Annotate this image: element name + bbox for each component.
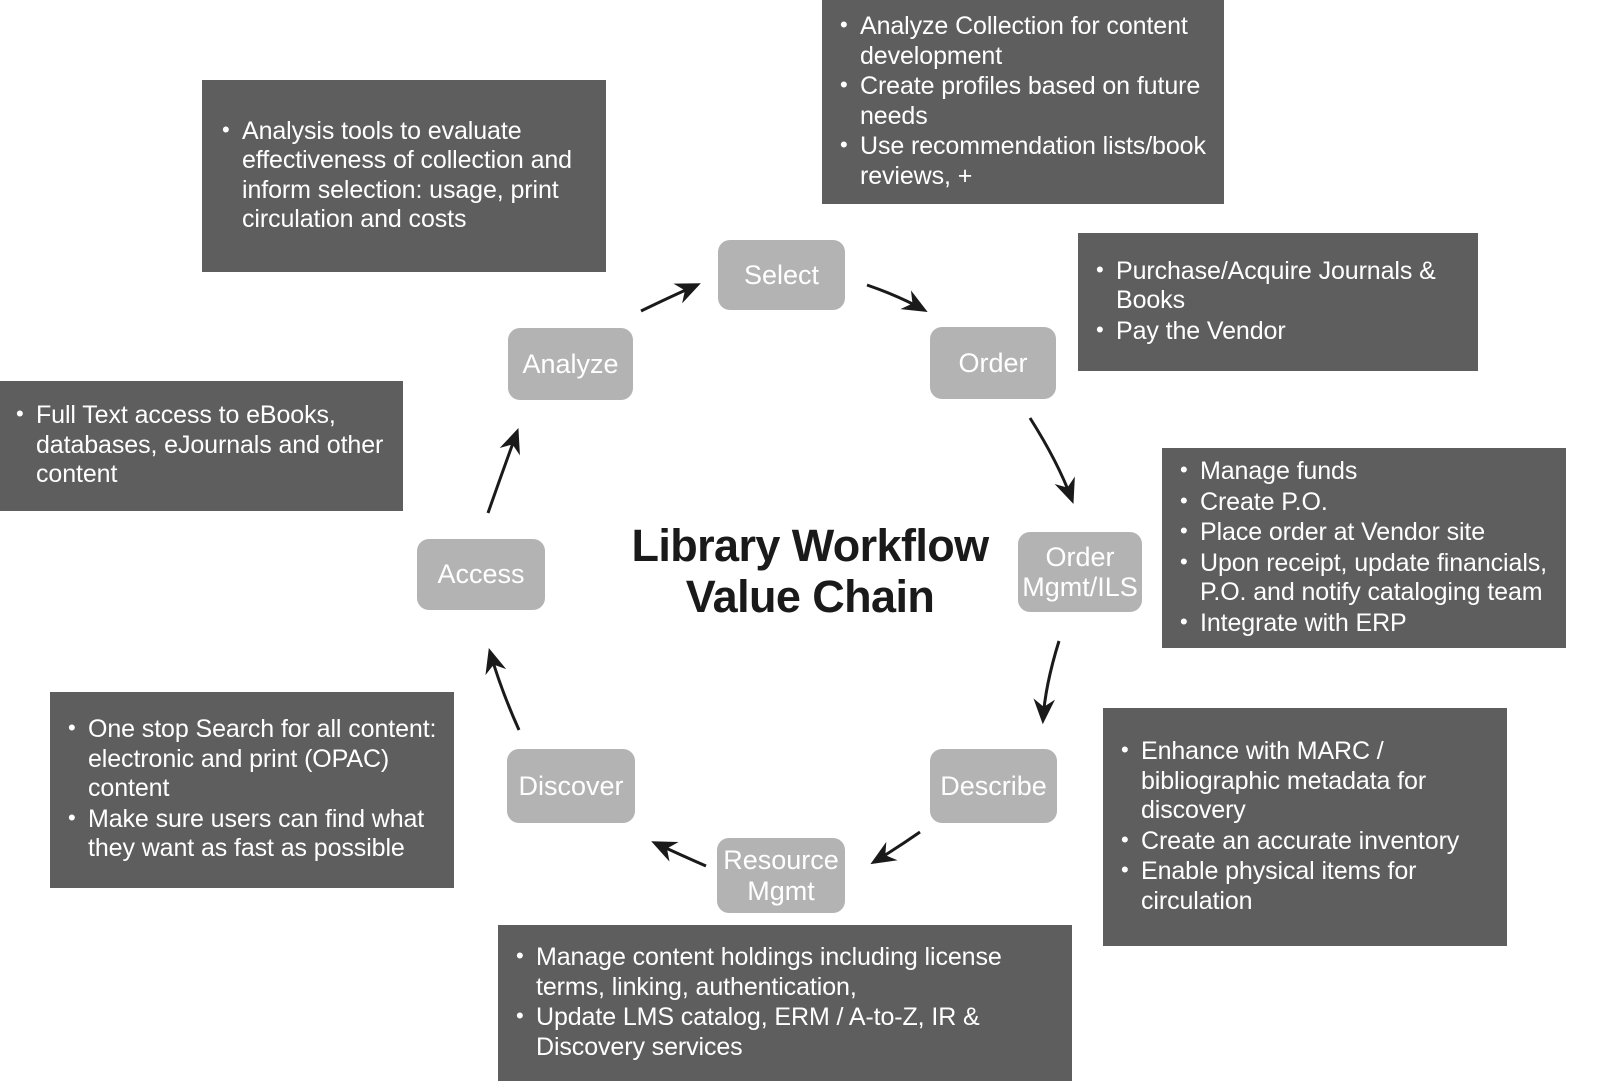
callout-analyze-bullet-1: Analysis tools to evaluate effectiveness… xyxy=(220,116,590,235)
arrow-describe-to-resource-mgmt xyxy=(870,830,921,865)
callout-order-mgmt-ils-bullet-2: Create P.O. xyxy=(1178,487,1556,518)
arrow-discover-to-access xyxy=(485,647,521,731)
callout-select-bullet-1: Analyze Collection for content developme… xyxy=(838,11,1210,71)
callout-order-mgmt-ils-bullet-1: Manage funds xyxy=(1178,456,1556,487)
callout-order-mgmt-ils: Manage funds Create P.O. Place order at … xyxy=(1162,448,1566,648)
arrow-access-to-analyze xyxy=(486,428,520,514)
callout-resource-mgmt-bullet-1: Manage content holdings including licens… xyxy=(514,942,1062,1002)
callout-order-list: Purchase/Acquire Journals & Books Pay th… xyxy=(1094,256,1464,348)
callout-select-list: Analyze Collection for content developme… xyxy=(838,11,1210,192)
node-select-label: Select xyxy=(743,259,820,290)
callout-resource-mgmt-list: Manage content holdings including licens… xyxy=(514,942,1062,1063)
callout-discover-list: One stop Search for all content: electro… xyxy=(66,714,442,865)
node-resource-mgmt-label-line2: Mgmt xyxy=(747,875,815,906)
callout-discover-bullet-2: Make sure users can find what they want … xyxy=(66,804,442,864)
callout-order: Purchase/Acquire Journals & Books Pay th… xyxy=(1078,233,1478,371)
node-access-label: Access xyxy=(437,559,525,590)
callout-discover: One stop Search for all content: electro… xyxy=(50,692,454,888)
node-describe-label: Describe xyxy=(940,770,1047,801)
arrow-select-to-order xyxy=(866,283,928,313)
callout-describe-list: Enhance with MARC / bibliographic metada… xyxy=(1119,736,1493,917)
callout-describe-bullet-3: Enable physical items for circulation xyxy=(1119,856,1493,916)
arrow-order-to-order-mgmt xyxy=(1028,417,1075,504)
callout-resource-mgmt: Manage content holdings including licens… xyxy=(498,925,1072,1081)
callout-access-list: Full Text access to eBooks, databases, e… xyxy=(14,400,391,491)
node-resource-mgmt-label-line1: Resource xyxy=(723,845,839,876)
callout-describe-bullet-1: Enhance with MARC / bibliographic metada… xyxy=(1119,736,1493,826)
node-access[interactable]: Access xyxy=(417,539,545,610)
callout-order-mgmt-ils-bullet-4: Upon receipt, update financials, P.O. an… xyxy=(1178,548,1556,608)
arrow-analyze-to-select xyxy=(640,283,701,313)
callout-analyze-list: Analysis tools to evaluate effectiveness… xyxy=(220,116,590,236)
callout-discover-bullet-1: One stop Search for all content: electro… xyxy=(66,714,442,804)
callout-order-mgmt-ils-bullet-5: Integrate with ERP xyxy=(1178,608,1556,639)
callout-select-bullet-2: Create profiles based on future needs xyxy=(838,71,1210,131)
node-select[interactable]: Select xyxy=(718,240,845,310)
callout-describe: Enhance with MARC / bibliographic metada… xyxy=(1103,708,1507,946)
callout-order-bullet-1: Purchase/Acquire Journals & Books xyxy=(1094,256,1464,316)
diagram-title-line-2: Value Chain xyxy=(685,571,935,623)
node-order-mgmt-ils-label-line1: Order xyxy=(1045,541,1115,572)
callout-describe-bullet-2: Create an accurate inventory xyxy=(1119,826,1493,857)
workflow-diagram: Analyze Collection for content developme… xyxy=(0,0,1600,1081)
diagram-title-line-1: Library Workflow xyxy=(631,520,989,571)
callout-select-bullet-3: Use recommendation lists/book reviews, + xyxy=(838,131,1210,191)
node-analyze-label: Analyze xyxy=(522,348,619,379)
callout-order-mgmt-ils-list: Manage funds Create P.O. Place order at … xyxy=(1178,456,1556,639)
callout-select: Analyze Collection for content developme… xyxy=(822,0,1224,204)
node-describe[interactable]: Describe xyxy=(930,749,1057,823)
node-order[interactable]: Order xyxy=(930,327,1056,399)
callout-access: Full Text access to eBooks, databases, e… xyxy=(0,381,403,511)
callout-order-bullet-2: Pay the Vendor xyxy=(1094,316,1464,347)
node-resource-mgmt[interactable]: Resource Mgmt xyxy=(717,838,845,913)
diagram-title: Library Workflow Value Chain xyxy=(580,520,1040,623)
node-order-label: Order xyxy=(958,347,1028,378)
node-analyze[interactable]: Analyze xyxy=(508,328,633,400)
callout-resource-mgmt-bullet-2: Update LMS catalog, ERM / A-to-Z, IR & D… xyxy=(514,1002,1062,1062)
arrow-order-mgmt-to-describe xyxy=(1033,640,1061,725)
callout-order-mgmt-ils-bullet-3: Place order at Vendor site xyxy=(1178,517,1556,548)
node-discover-label: Discover xyxy=(518,770,624,801)
callout-access-bullet-1: Full Text access to eBooks, databases, e… xyxy=(14,400,391,490)
node-discover[interactable]: Discover xyxy=(507,749,635,823)
callout-analyze: Analysis tools to evaluate effectiveness… xyxy=(202,80,606,272)
arrow-resource-mgmt-to-discover xyxy=(651,841,707,868)
